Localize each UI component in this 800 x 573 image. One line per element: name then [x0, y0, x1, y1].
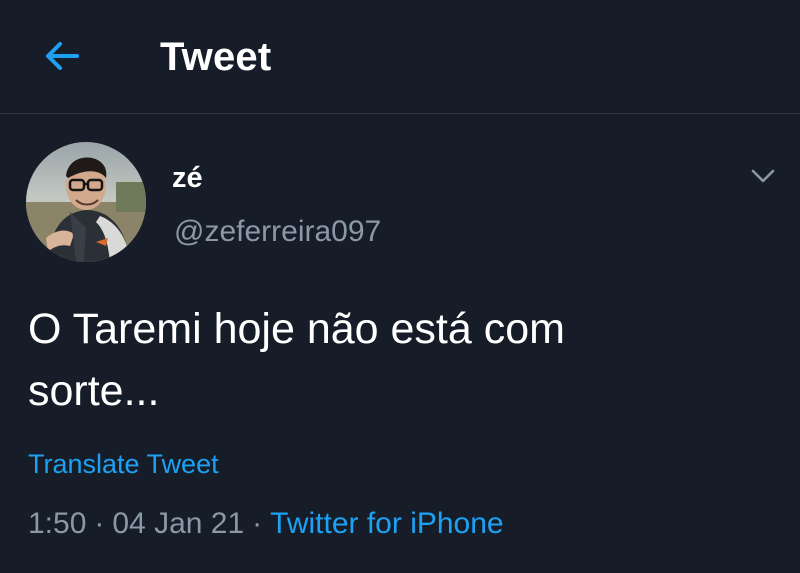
tweet-metadata: 1:50 · 04 Jan 21 · Twitter for iPhone — [28, 503, 504, 545]
page-title: Tweet — [160, 35, 272, 79]
tweet-source-link[interactable]: Twitter for iPhone — [270, 507, 503, 540]
avatar-photo — [26, 142, 146, 262]
separator-dot: · — [94, 507, 105, 540]
tweet-date: 04 Jan 21 — [112, 507, 245, 540]
back-button[interactable] — [36, 30, 88, 82]
tweet-text-line: sorte... — [28, 367, 160, 415]
translate-tweet-link[interactable]: Translate Tweet — [28, 446, 219, 482]
user-handle[interactable]: @zeferreira097 — [174, 212, 381, 252]
tweet-text: O Taremi hoje não está com sorte... — [28, 298, 728, 422]
chevron-down-icon — [751, 169, 775, 183]
tweet-time: 1:50 — [28, 507, 87, 540]
top-bar: Tweet — [0, 0, 800, 114]
tweet-menu-button[interactable] — [742, 156, 784, 196]
tweet-text-line: O Taremi hoje não está com — [28, 305, 565, 353]
avatar[interactable] — [26, 142, 146, 262]
arrow-left-icon — [46, 42, 79, 70]
separator-dot: · — [252, 507, 263, 540]
display-name[interactable]: zé — [172, 158, 203, 198]
